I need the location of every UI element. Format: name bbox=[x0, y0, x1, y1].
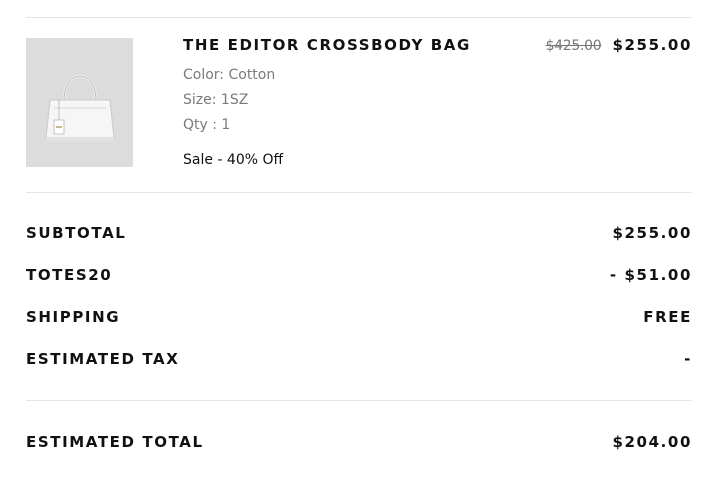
product-size: Size: 1SZ bbox=[183, 92, 249, 108]
shipping-value: FREE bbox=[643, 308, 692, 326]
promo-code-label: TOTES20 bbox=[26, 266, 113, 284]
subtotal-label: SUBTOTAL bbox=[26, 224, 127, 242]
item-divider bbox=[26, 192, 692, 193]
subtotal-value: $255.00 bbox=[612, 224, 692, 242]
handbag-icon bbox=[45, 74, 115, 142]
promo-code-row: TOTES20 - $51.00 bbox=[26, 265, 692, 285]
estimated-tax-label: ESTIMATED TAX bbox=[26, 350, 180, 368]
sale-discount-note: Sale - 40% Off bbox=[183, 152, 284, 168]
promo-discount-value: - $51.00 bbox=[609, 266, 692, 284]
total-divider bbox=[26, 400, 692, 401]
estimated-total-row: ESTIMATED TOTAL $204.00 bbox=[26, 432, 692, 452]
price-group: $425.00 $255.00 bbox=[546, 36, 692, 55]
order-summary: THE EDITOR CROSSBODY BAG $425.00 $255.00… bbox=[26, 0, 692, 481]
estimated-total-value: $204.00 bbox=[612, 433, 692, 451]
product-image[interactable] bbox=[26, 38, 133, 167]
product-quantity: Qty : 1 bbox=[183, 117, 231, 133]
product-color: Color: Cotton bbox=[183, 67, 276, 83]
estimated-tax-value: - bbox=[684, 350, 692, 368]
product-name[interactable]: THE EDITOR CROSSBODY BAG bbox=[183, 36, 471, 54]
estimated-total-label: ESTIMATED TOTAL bbox=[26, 433, 204, 451]
shipping-label: SHIPPING bbox=[26, 308, 121, 326]
sale-price: $255.00 bbox=[612, 36, 692, 54]
original-price: $425.00 bbox=[545, 38, 602, 54]
estimated-tax-row: ESTIMATED TAX - bbox=[26, 349, 692, 369]
top-divider bbox=[26, 17, 692, 18]
subtotal-row: SUBTOTAL $255.00 bbox=[26, 223, 692, 243]
shipping-row: SHIPPING FREE bbox=[26, 307, 692, 327]
